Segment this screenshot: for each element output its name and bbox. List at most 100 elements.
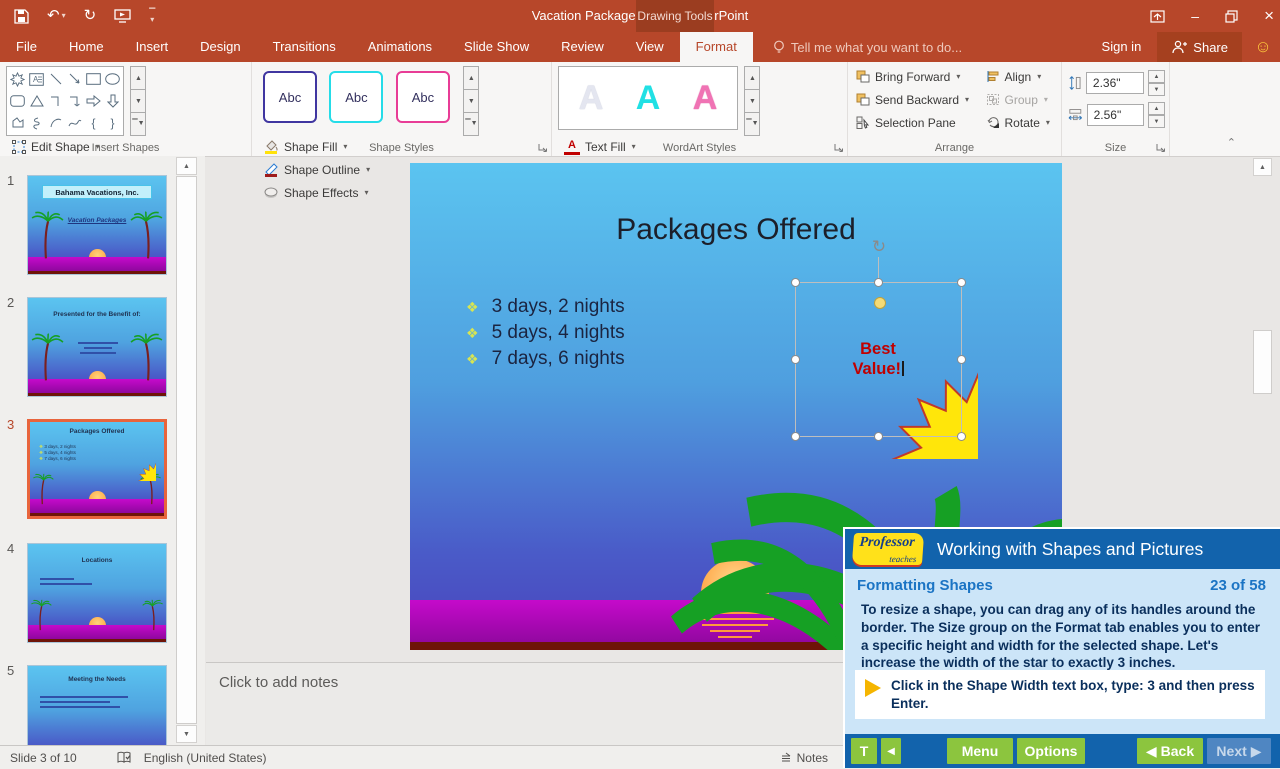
slide-scrollbar-up-icon[interactable]: ▲	[1253, 158, 1272, 176]
shape-style-swatch-pink[interactable]: Abc	[396, 71, 450, 123]
shape-rounded-rect-icon[interactable]	[8, 90, 27, 112]
spellcheck-icon[interactable]	[117, 751, 132, 765]
slide-1-thumbnail[interactable]: Bahama Vacations, Inc. Vacation Packages	[27, 175, 167, 275]
customize-qat-button[interactable]: ▔▾	[149, 10, 155, 22]
wordart-more-icon[interactable]: ▔▼	[744, 112, 760, 136]
restore-icon[interactable]	[1225, 10, 1238, 23]
resize-handle-e[interactable]	[957, 355, 966, 364]
tab-file[interactable]: File	[0, 32, 53, 62]
width-up-icon[interactable]: ▲	[1148, 102, 1165, 115]
rotate-handle[interactable]: ↻	[869, 237, 889, 257]
tell-me-box[interactable]: Tell me what you want to do...	[753, 32, 962, 62]
tab-design[interactable]: Design	[184, 32, 256, 62]
wordart-dialog-launcher-icon[interactable]	[833, 142, 844, 153]
shape-down-arrow-icon[interactable]	[103, 90, 122, 112]
tutorial-prev-mini-button[interactable]: ◀	[881, 738, 901, 764]
slide-4-thumbnail[interactable]: Locations	[27, 543, 167, 643]
shape-scribble-icon[interactable]	[27, 112, 46, 134]
shape-styles-dialog-launcher-icon[interactable]	[537, 142, 548, 153]
resize-handle-nw[interactable]	[791, 278, 800, 287]
slide-2-thumbnail[interactable]: Presented for the Benefit of:	[27, 297, 167, 397]
tab-insert[interactable]: Insert	[120, 32, 185, 62]
minimize-icon[interactable]: –	[1191, 8, 1199, 24]
tab-home[interactable]: Home	[53, 32, 120, 62]
shape-line-icon[interactable]	[46, 68, 65, 90]
tab-transitions[interactable]: Transitions	[257, 32, 352, 62]
shape-freeform-icon[interactable]	[8, 112, 27, 134]
share-button[interactable]: Share	[1157, 32, 1242, 62]
shape-curve-icon[interactable]	[65, 112, 84, 134]
shape-arc-icon[interactable]	[46, 112, 65, 134]
start-slideshow-button[interactable]	[114, 9, 131, 23]
redo-button[interactable]: ↻	[84, 0, 97, 32]
tutorial-text-mode-button[interactable]: T	[851, 738, 877, 764]
tab-review[interactable]: Review	[545, 32, 620, 62]
shape-gallery-up-icon[interactable]: ▲	[130, 66, 146, 89]
tutorial-options-button[interactable]: Options	[1017, 738, 1085, 764]
bullet-item[interactable]: ❖3 days, 2 nights	[466, 296, 625, 318]
shape-styles-more-icon[interactable]: ▔▼	[463, 112, 479, 136]
shape-oval-icon[interactable]	[103, 68, 122, 90]
feedback-smiley-icon[interactable]: ☺	[1246, 32, 1280, 62]
resize-handle-s[interactable]	[874, 432, 883, 441]
rotate-button[interactable]: Rotate▾	[986, 112, 1050, 133]
height-up-icon[interactable]: ▲	[1148, 70, 1165, 83]
shape-gallery-more-icon[interactable]: ▔▼	[130, 112, 146, 136]
shape-gallery-down-icon[interactable]: ▼	[130, 89, 146, 112]
shape-height-input[interactable]: 2.36"	[1086, 72, 1144, 94]
slide-title[interactable]: Packages Offered	[410, 213, 1062, 247]
bullet-item[interactable]: ❖7 days, 6 nights	[466, 348, 625, 370]
shape-effects-button[interactable]: Shape Effects▾	[264, 182, 370, 203]
bullet-item[interactable]: ❖5 days, 4 nights	[466, 322, 625, 344]
shape-styles-up-icon[interactable]: ▲	[463, 66, 479, 89]
height-down-icon[interactable]: ▼	[1148, 83, 1165, 96]
wordart-up-icon[interactable]: ▲	[744, 66, 760, 89]
slide-indicator[interactable]: Slide 3 of 10	[10, 751, 77, 765]
collapse-ribbon-icon[interactable]: ⌃	[1227, 136, 1236, 149]
tutorial-back-button[interactable]: ◀ Back	[1137, 738, 1203, 764]
tab-animations[interactable]: Animations	[352, 32, 448, 62]
shape-style-swatch-indigo[interactable]: Abc	[263, 71, 317, 123]
tab-view[interactable]: View	[620, 32, 680, 62]
thumb-scrollbar-up-icon[interactable]: ▲	[176, 157, 197, 175]
shape-star16-icon[interactable]	[8, 68, 27, 90]
shape-width-input[interactable]: 2.56"	[1087, 104, 1144, 126]
wordart-sample-cyan[interactable]: A	[636, 69, 661, 127]
shape-outline-button[interactable]: Shape Outline▾	[264, 159, 370, 180]
align-button[interactable]: Align▾	[986, 66, 1050, 87]
sign-in-button[interactable]: Sign in	[1090, 32, 1154, 62]
thumb-scrollbar-thumb[interactable]	[176, 176, 197, 724]
resize-handle-w[interactable]	[791, 355, 800, 364]
shape-triangle-icon[interactable]	[27, 90, 46, 112]
bring-forward-button[interactable]: Bring Forward▾	[856, 66, 969, 87]
resize-handle-se[interactable]	[957, 432, 966, 441]
shape-left-brace-icon[interactable]: {	[84, 112, 103, 134]
resize-handle-ne[interactable]	[957, 278, 966, 287]
undo-dropdown-icon[interactable]: ▾	[62, 0, 66, 32]
shape-adjust-handle[interactable]	[874, 297, 886, 309]
width-down-icon[interactable]: ▼	[1148, 115, 1165, 128]
shape-style-swatch-cyan[interactable]: Abc	[329, 71, 383, 123]
resize-handle-sw[interactable]	[791, 432, 800, 441]
undo-button[interactable]: ↶▾	[47, 0, 66, 32]
language-indicator[interactable]: English (United States)	[144, 751, 267, 765]
tutorial-next-button[interactable]: Next ▶	[1207, 738, 1271, 764]
notes-toggle[interactable]: Notes	[780, 751, 828, 765]
wordart-sample-pink[interactable]: A	[693, 69, 718, 127]
shape-elbow-arrow-icon[interactable]	[65, 90, 84, 112]
shape-arrow-icon[interactable]	[65, 68, 84, 90]
slide-5-thumbnail[interactable]: Meeting the Needs	[27, 665, 167, 745]
save-icon[interactable]	[14, 9, 29, 24]
shape-elbow-connector-icon[interactable]	[46, 90, 65, 112]
selection-pane-button[interactable]: Selection Pane	[856, 112, 969, 133]
resize-handle-n[interactable]	[874, 278, 883, 287]
size-dialog-launcher-icon[interactable]	[1155, 142, 1166, 153]
slide-3-thumbnail-selected[interactable]: Packages Offered ❖ 3 days, 2 nights ❖ 5 …	[27, 419, 167, 519]
group-button[interactable]: Group▾	[986, 89, 1050, 110]
wordart-sample-outline[interactable]: A	[579, 69, 604, 127]
tab-format-active[interactable]: Format	[680, 32, 753, 62]
wordart-down-icon[interactable]: ▼	[744, 89, 760, 112]
shape-right-arrow-icon[interactable]	[84, 90, 103, 112]
thumb-scrollbar-down-icon[interactable]: ▼	[176, 725, 197, 743]
ribbon-display-options-icon[interactable]	[1150, 10, 1165, 23]
